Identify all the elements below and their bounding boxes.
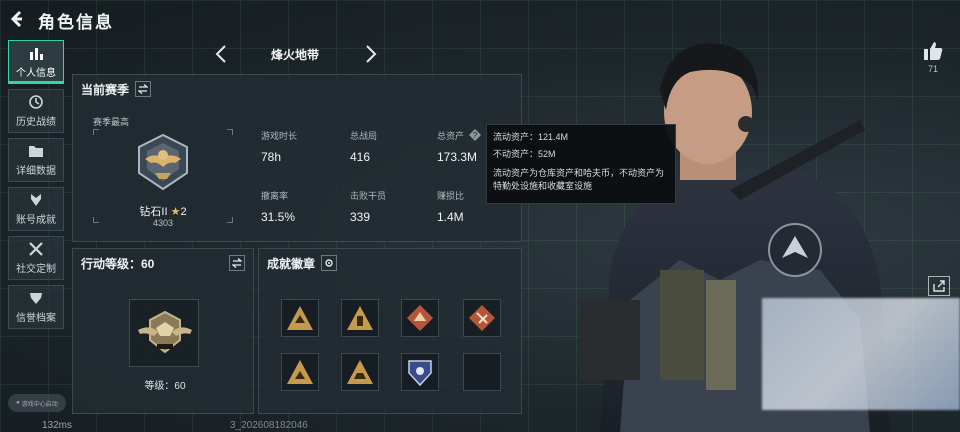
rank-frame: 钻石II ★2 4303 xyxy=(93,129,233,228)
header: 角色信息 xyxy=(0,0,540,38)
triangle-badge-icon xyxy=(287,306,313,330)
achievement-badge-2[interactable] xyxy=(341,299,379,337)
mode-label: 烽火地带 xyxy=(270,48,319,62)
ping-readout: 132ms xyxy=(42,420,73,431)
nav-item-achievements[interactable]: 账号成就 xyxy=(8,187,64,231)
nav-label: 个人信息 xyxy=(16,67,56,79)
nav-item-detail-data[interactable]: 详细数据 xyxy=(8,138,64,182)
nav-label: 账号成就 xyxy=(16,214,56,226)
achievements-panel: 成就徽章 xyxy=(258,248,522,414)
nav-item-reputation[interactable]: 信誉档案 xyxy=(8,285,64,329)
uid-readout: 3_202608182046 xyxy=(230,420,308,431)
nav-label: 详细数据 xyxy=(16,165,56,177)
gear-icon xyxy=(325,259,333,267)
side-nav: 个人信息 历史战绩 详细数据 账号成就 社交定制 信誉档案 xyxy=(8,40,64,334)
rank-stars: 2 xyxy=(180,206,187,218)
stat-value: 339 xyxy=(350,210,371,224)
tooltip-description: 流动资产为仓库资产和哈夫币，不动资产为特勤处设施和收藏室设施 xyxy=(493,168,665,191)
achievement-badge-5[interactable] xyxy=(281,353,319,391)
game-center-icon: ● xyxy=(16,400,20,406)
mode-selector: 烽火地带 xyxy=(200,40,390,68)
history-icon xyxy=(29,94,43,109)
stat-label: 游戏时长 xyxy=(261,131,298,141)
nav-item-social[interactable]: 社交定制 xyxy=(8,236,64,280)
stat-value: 416 xyxy=(350,150,371,164)
svg-text:?: ? xyxy=(473,131,478,140)
triangle-badge-icon xyxy=(287,360,313,384)
achievement-badge-7[interactable] xyxy=(401,353,439,391)
stat-label: 击败干员 xyxy=(350,191,387,201)
nav-item-personal-info[interactable]: 个人信息 xyxy=(8,40,64,84)
season-subtitle: 赛季最高 xyxy=(93,117,130,127)
swap-icon xyxy=(138,84,149,94)
action-level-title: 行动等级：60 xyxy=(81,256,155,271)
triangle-badge-icon xyxy=(347,360,373,384)
nav-item-history[interactable]: 历史战绩 xyxy=(8,89,64,133)
achievement-badge-3[interactable] xyxy=(401,299,439,337)
level-text: 等级：60 xyxy=(144,381,186,392)
shield-badge-icon xyxy=(408,360,432,387)
nav-label: 社交定制 xyxy=(16,263,56,275)
bar-chart-icon xyxy=(30,47,43,60)
triangle-badge-icon xyxy=(347,306,373,330)
season-panel: 当前赛季 赛季最高 钻石II ★2 4303 游戏时长 78h 总战局 416 … xyxy=(72,74,522,242)
rank-name: 钻石II ★2 xyxy=(93,203,233,219)
blurred-area xyxy=(762,298,960,410)
rank-score: 4303 xyxy=(152,218,174,228)
diamond-badge-icon xyxy=(407,305,433,331)
chevron-left-icon[interactable] xyxy=(210,42,232,66)
season-title: 当前赛季 xyxy=(81,82,130,97)
back-arrow-icon[interactable] xyxy=(8,9,28,29)
action-level-panel: 行动等级：60 等级：60 xyxy=(72,248,254,414)
tools-icon xyxy=(29,241,43,256)
stat-label: 撤离率 xyxy=(261,191,289,201)
like-count: 71 xyxy=(927,64,938,74)
nav-label: 信誉档案 xyxy=(16,312,56,324)
swap-icon xyxy=(232,258,242,268)
shield-icon xyxy=(30,292,42,304)
action-level-switch-button[interactable] xyxy=(229,255,245,271)
star-icon: ★ xyxy=(170,206,181,218)
achievements-title: 成就徽章 xyxy=(267,256,316,271)
achievements-settings-button[interactable] xyxy=(321,255,338,271)
action-level-emblem xyxy=(129,299,199,367)
nav-label: 历史战绩 xyxy=(16,116,56,128)
diamond-rank-badge-icon xyxy=(138,133,188,191)
assets-tooltip: 流动资产：121.4M 不动资产：52M 流动资产为仓库资产和哈夫币，不动资产为… xyxy=(486,124,676,204)
stat-total-matches: 总战局 416 xyxy=(350,129,440,164)
stat-value: 1.4M xyxy=(437,210,464,224)
season-switch-button[interactable] xyxy=(135,81,152,97)
stat-value: 78h xyxy=(261,150,282,164)
achievement-badge-4[interactable] xyxy=(463,299,501,337)
thumbs-up-icon[interactable] xyxy=(922,40,944,62)
stat-value: 31.5% xyxy=(261,210,296,224)
stat-extraction-rate: 撤离率 31.5% xyxy=(261,189,351,224)
achievements-header: 成就徽章 xyxy=(259,249,521,277)
medal-icon xyxy=(31,193,41,206)
diamond-badge-icon xyxy=(469,305,495,331)
game-center-label: 游戏中心启动 xyxy=(21,401,58,408)
page-title: 角色信息 xyxy=(38,13,114,32)
share-icon xyxy=(933,280,945,292)
action-level-header: 行动等级：60 xyxy=(73,249,253,277)
folder-icon xyxy=(29,145,43,157)
level-emblem-icon xyxy=(138,310,192,354)
game-center-button[interactable]: ● 游戏中心启动 xyxy=(8,394,66,412)
tooltip-liquid-assets: 流动资产：121.4M xyxy=(493,132,569,142)
achievement-badge-1[interactable] xyxy=(281,299,319,337)
help-icon[interactable]: ? xyxy=(469,129,481,141)
achievement-badge-empty[interactable] xyxy=(463,353,501,391)
tooltip-fixed-assets: 不动资产：52M xyxy=(493,149,556,159)
achievement-badge-6[interactable] xyxy=(341,353,379,391)
stat-play-time: 游戏时长 78h xyxy=(261,129,351,164)
rank-name-text: 钻石II xyxy=(139,206,168,218)
share-button[interactable] xyxy=(928,276,950,296)
chevron-right-icon[interactable] xyxy=(360,42,382,66)
stat-kills: 击败干员 339 xyxy=(350,189,440,224)
season-panel-header: 当前赛季 xyxy=(73,75,521,103)
stat-label: 总战局 xyxy=(350,131,378,141)
